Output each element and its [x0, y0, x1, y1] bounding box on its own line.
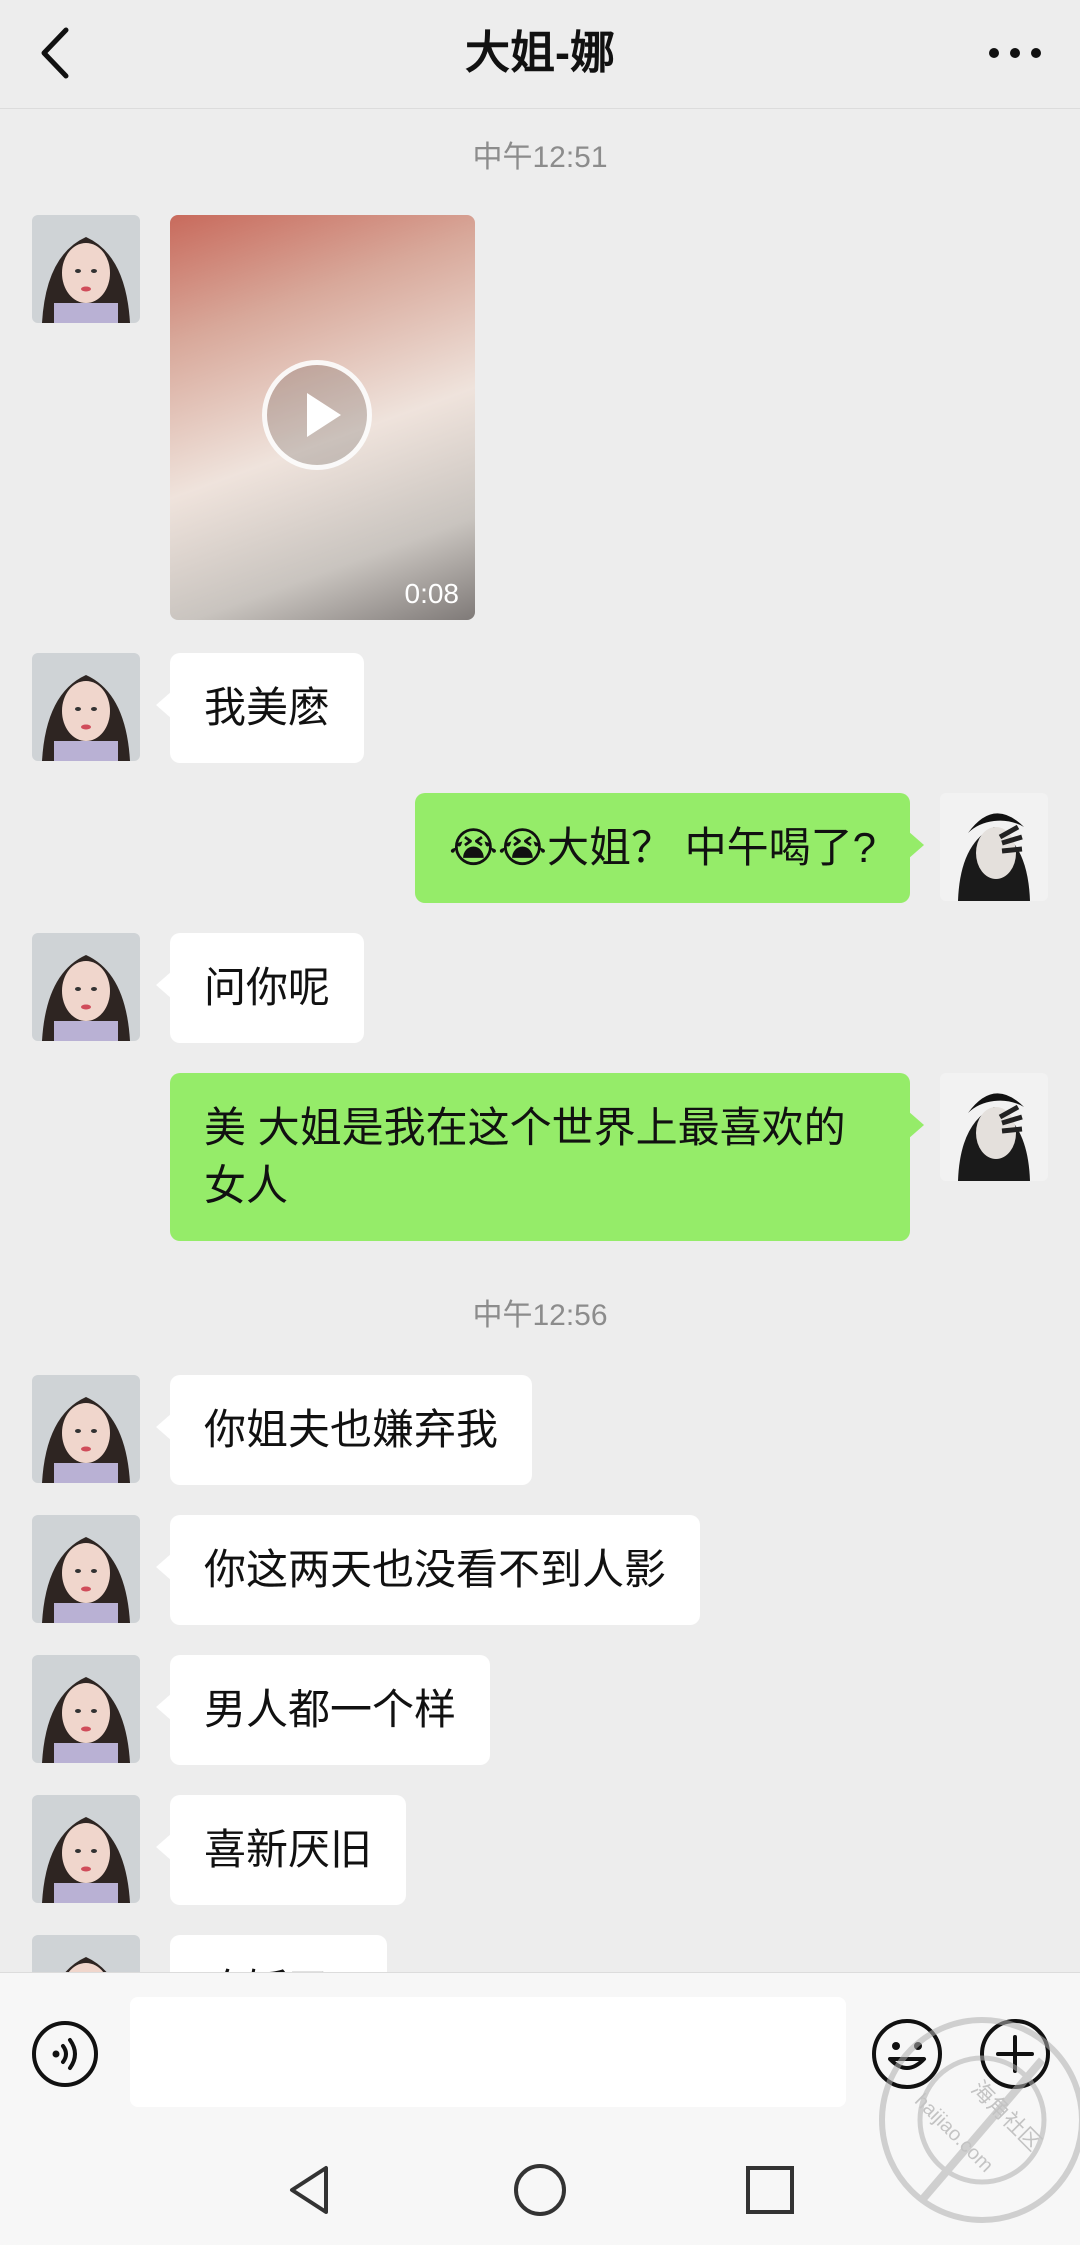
voice-icon — [32, 2021, 98, 2087]
contact-avatar[interactable] — [32, 933, 140, 1041]
emoji-button[interactable] — [870, 2017, 944, 2091]
video-message[interactable]: 0:08 — [170, 215, 475, 620]
nav-back-icon — [290, 2166, 328, 2214]
contact-avatar[interactable] — [32, 1375, 140, 1483]
message-bubble[interactable]: 你姐夫也嫌弃我 — [155, 1375, 533, 1485]
nav-home-icon — [514, 2164, 566, 2216]
my-avatar[interactable] — [940, 1073, 1048, 1181]
nav-back-button[interactable] — [280, 2160, 340, 2220]
message-bubble[interactable]: 你这两天也没看不到人影 — [155, 1515, 701, 1625]
more-horizontal-icon — [989, 48, 1041, 58]
message-input[interactable] — [130, 1997, 846, 2107]
contact-avatar[interactable] — [32, 215, 140, 323]
contact-avatar[interactable] — [32, 1655, 140, 1763]
nav-home-button[interactable] — [510, 2160, 570, 2220]
emoji-icon — [872, 2019, 942, 2089]
more-functions-button[interactable] — [978, 2017, 1052, 2091]
plus-circle-icon — [980, 2019, 1050, 2089]
my-avatar[interactable] — [940, 793, 1048, 901]
contact-avatar[interactable] — [32, 653, 140, 761]
message-bubble[interactable]: 😭😭大姐？ 中午喝了? — [414, 793, 925, 903]
chat-title: 大姐-娜 — [465, 27, 615, 78]
message-bubble[interactable]: 我美麽 — [155, 653, 365, 763]
message-bubble[interactable]: 问你呢 — [155, 933, 365, 1043]
contact-avatar[interactable] — [32, 1795, 140, 1903]
system-nav-bar — [0, 2132, 1080, 2245]
more-button[interactable] — [980, 18, 1050, 88]
message-bubble[interactable]: 美 大姐是我在这个世界上最喜欢的女人 — [170, 1073, 924, 1241]
timestamp: 中午12:51 — [472, 141, 608, 174]
voice-button[interactable] — [30, 2019, 100, 2089]
nav-recent-button[interactable] — [740, 2160, 800, 2220]
message-bubble[interactable]: 喜新厌旧 — [155, 1795, 407, 1905]
message-bubble[interactable]: 男人都一个样 — [155, 1655, 491, 1765]
chat-messages[interactable]: 中午12:51 0:08 我美麽 😭😭大姐？ 中午喝了? 问你呢 美 大姐是我在… — [0, 110, 1080, 1972]
input-bar — [0, 1972, 1080, 2133]
play-icon[interactable] — [262, 360, 372, 470]
chat-header: 大姐-娜 — [0, 0, 1080, 109]
contact-avatar[interactable] — [32, 1515, 140, 1623]
video-duration: 0:08 — [404, 578, 460, 609]
contact-avatar[interactable] — [32, 1935, 140, 1972]
message-bubble[interactable]: 吃饭了? — [170, 1935, 388, 1972]
timestamp: 中午12:56 — [472, 1299, 608, 1332]
nav-recent-icon — [746, 2166, 794, 2214]
